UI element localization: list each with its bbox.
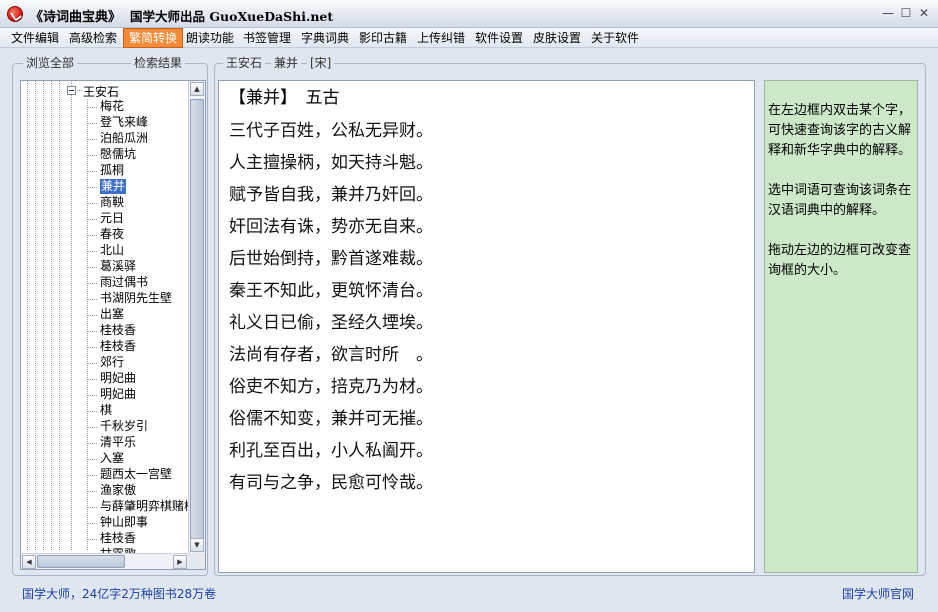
tree-root-author[interactable]: 王安石 (83, 83, 119, 100)
collapse-toggle-icon[interactable] (67, 86, 76, 95)
tree-item-poem[interactable]: 北山 (100, 243, 124, 258)
menu-bar: 文件编辑 高级检索 繁简转换 朗读功能 书签管理 字典词典 影印古籍 上传纠错 … (0, 28, 938, 48)
poem-author-label: 王安石 (223, 56, 266, 70)
menu-dictionary[interactable]: 字典词典 (296, 28, 354, 48)
tree-item-poem[interactable]: 明妃曲 (100, 371, 136, 386)
poem-line[interactable]: 赋予皆自我，兼并乃奸回。 (229, 179, 754, 211)
tree-item-poem[interactable]: 入塞 (100, 451, 124, 466)
scrollbar-corner (188, 553, 205, 569)
close-button[interactable]: ✕ (916, 6, 932, 20)
tree-item-poem[interactable]: 元日 (100, 211, 124, 226)
poem-line[interactable]: 有司与之争，民愈可怜哉。 (229, 467, 754, 499)
tree-item-poem[interactable]: 出塞 (100, 307, 124, 322)
menu-upload-correction[interactable]: 上传纠错 (412, 28, 470, 48)
menu-bookmarks[interactable]: 书签管理 (238, 28, 296, 48)
tree-horizontal-scrollbar[interactable]: ◀ ▶ (21, 553, 189, 569)
poem-heading: 【兼并】 五古 (229, 88, 340, 108)
poem-line[interactable]: 奸回法有诛，势亦无自来。 (229, 211, 754, 243)
poem-dynasty-label: [宋] (307, 56, 335, 70)
browse-panel: 浏览全部 检索结果 王安石 梅花 登飞来峰 泊船瓜洲 慇儒坑 孤桐 兼并 商鞅 元日 春夜 北山葛… (12, 56, 208, 576)
tree-item-poem[interactable]: 桂枝香 (100, 339, 136, 354)
tree-item-poem[interactable]: 兼并 (100, 179, 127, 194)
browse-all-tab[interactable]: 浏览全部 (23, 56, 78, 70)
window-title: 《诗词曲宝典》 (30, 10, 122, 25)
poem-line[interactable]: 三代子百姓，公私无异财。 (229, 115, 754, 147)
app-logo-icon[interactable] (7, 6, 23, 22)
status-text: 国学大师，24亿字2万种图书28万卷 (22, 587, 217, 601)
poem-line[interactable]: 俗吏不知方，掊克乃为材。 (229, 371, 754, 403)
menu-skin-settings[interactable]: 皮肤设置 (528, 28, 586, 48)
menu-about[interactable]: 关于软件 (586, 28, 644, 48)
window-subtitle: 国学大师出品 GuoXueDaShi.net (130, 9, 334, 24)
help-text-3: 拖动左边的边框可改变查询框的大小。 (768, 243, 912, 278)
content-panel: 王安石 兼并 [宋] 【兼并】 五古 三代子百姓，公私无异财。 人主擅操柄，如天持… (214, 56, 926, 576)
help-info-box: 在左边框内双击某个字，可快速查询该字的古义解释和新华字典中的解释。 选中词语可查… (764, 80, 918, 573)
poem-line[interactable]: 礼义日已偷，圣经久堙埃。 (229, 307, 754, 339)
official-site-link[interactable]: 国学大师官网 (842, 585, 914, 602)
tree-item-poem[interactable]: 钟山即事 (100, 515, 148, 530)
tree-item-poem[interactable]: 雨过偶书 (100, 275, 148, 290)
menu-facsimile-books[interactable]: 影印古籍 (354, 28, 412, 48)
minimize-button[interactable]: — (880, 6, 896, 20)
search-results-tab[interactable]: 检索结果 (131, 56, 186, 70)
tree-item-poem[interactable]: 春夜 (100, 227, 124, 242)
menu-trad-simp-convert[interactable]: 繁简转换 (123, 28, 184, 48)
menu-advanced-search[interactable]: 高级检索 (64, 28, 122, 48)
poem-line[interactable]: 秦王不知此，更筑怀清台。 (229, 275, 754, 307)
poem-line[interactable]: 俗儒不知变，兼并可无摧。 (229, 403, 754, 435)
tree-item-poem[interactable]: 登飞来峰 (100, 115, 148, 130)
tree-item-poem[interactable]: 郊行 (100, 355, 124, 370)
tree-item-poem[interactable]: 孤桐 (100, 163, 124, 178)
horizontal-scroll-thumb[interactable] (37, 555, 125, 568)
vertical-scroll-thumb[interactable] (190, 99, 204, 539)
tree-item-poem[interactable]: 明妃曲 (100, 387, 136, 402)
tree-item-poem[interactable]: 泊船瓜洲 (100, 131, 148, 146)
poem-line[interactable]: 法尚有存者，欲言时所 。 (229, 339, 754, 371)
scroll-left-arrow-icon[interactable]: ◀ (22, 555, 36, 569)
menu-read-aloud[interactable]: 朗读功能 (181, 28, 239, 48)
maximize-button[interactable]: ☐ (898, 6, 914, 20)
scroll-right-arrow-icon[interactable]: ▶ (173, 555, 187, 569)
tree-item-poem[interactable]: 梅花 (100, 99, 124, 114)
help-text-1: 在左边框内双击某个字，可快速查询该字的古义解释和新华字典中的解释。 (768, 103, 912, 158)
tree-guide-lines (27, 81, 98, 551)
poem-line[interactable]: 人主擅操柄，如天持斗魁。 (229, 147, 754, 179)
help-text-2: 选中词语可查询该词条在汉语词典中的解释。 (768, 183, 912, 218)
tree-item-poem[interactable]: 书湖阴先生壁 (100, 291, 172, 306)
poem-text-area[interactable]: 【兼并】 五古 三代子百姓，公私无异财。 人主擅操柄，如天持斗魁。 赋予皆自我，兼并… (218, 80, 755, 573)
tree-item-poem[interactable]: 桂枝香 (100, 323, 136, 338)
tree-item-poem[interactable]: 与薛肇明弈棋赌梅 (100, 499, 196, 514)
tree-item-poem[interactable]: 棋 (100, 403, 112, 418)
tree-item-poem[interactable]: 桂枝香 (100, 531, 136, 546)
poem-title-label: 兼并 (271, 56, 302, 70)
scroll-down-arrow-icon[interactable]: ▼ (190, 538, 204, 552)
tree-item-poem[interactable]: 商鞅 (100, 195, 124, 210)
tree-item-poem[interactable]: 慇儒坑 (100, 147, 136, 162)
poem-line[interactable]: 后世始倒持，黔首遂难裁。 (229, 243, 754, 275)
tree-item-poem[interactable]: 千秋岁引 (100, 419, 148, 434)
title-bar: 《诗词曲宝典》 国学大师出品 GuoXueDaShi.net — ☐ ✕ (0, 0, 938, 28)
menu-file-edit[interactable]: 文件编辑 (6, 28, 64, 48)
tree-item-poem[interactable]: 清平乐 (100, 435, 136, 450)
status-bar: 国学大师，24亿字2万种图书28万卷 国学大师官网 (12, 582, 926, 604)
tree-item-poem[interactable]: 题西太一宫壁 (100, 467, 172, 482)
scroll-up-arrow-icon[interactable]: ▲ (190, 82, 204, 96)
tree-item-poem[interactable]: 葛溪驿 (100, 259, 136, 274)
tree-item-poem[interactable]: 渔家傲 (100, 483, 136, 498)
menu-software-settings[interactable]: 软件设置 (470, 28, 528, 48)
poem-line[interactable]: 利孔至百出，小人私阖开。 (229, 435, 754, 467)
tree-vertical-scrollbar[interactable]: ▲ ▼ (188, 81, 205, 554)
poem-tree[interactable]: 王安石 梅花 登飞来峰 泊船瓜洲 慇儒坑 孤桐 兼并 商鞅 元日 春夜 北山 葛溪驿 雨过偶书 书湖阴先… (20, 80, 206, 570)
